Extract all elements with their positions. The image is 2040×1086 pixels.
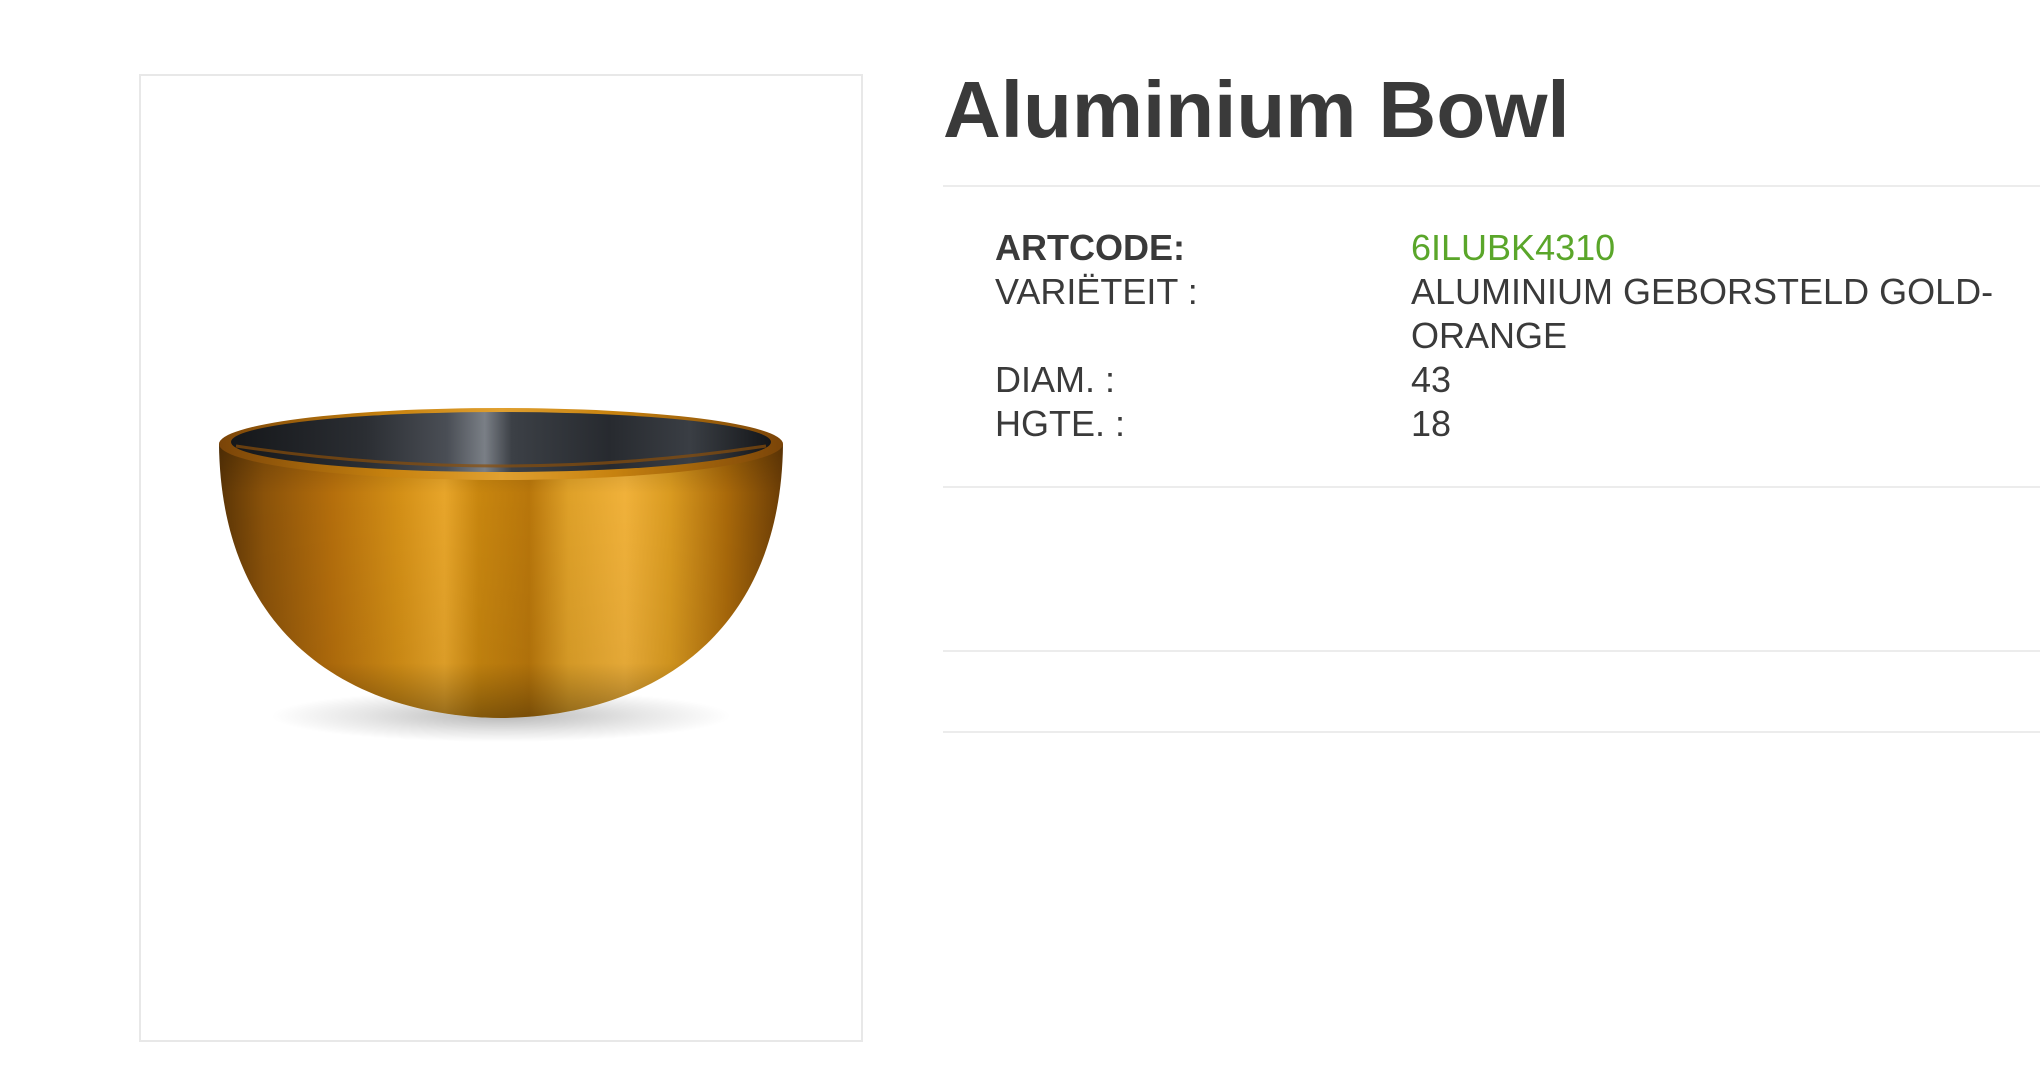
spec-value-height: 18 xyxy=(1411,403,1452,444)
extra-section xyxy=(943,652,2040,732)
spec-row-height: HGTE. : 18 xyxy=(995,402,2035,446)
product-title: Aluminium Bowl xyxy=(943,65,1570,154)
spec-table: ARTCODE: 6ILUBK4310 VARIËTEIT : ALUMINIU… xyxy=(995,226,2035,446)
spec-label-height: HGTE. : xyxy=(995,403,1126,444)
spec-label-variety: VARIËTEIT : xyxy=(995,271,1198,312)
product-image xyxy=(219,408,783,742)
bottom-divider xyxy=(943,731,2040,733)
spec-value-diameter: 43 xyxy=(1411,359,1452,400)
spec-row-diameter: DIAM. : 43 xyxy=(995,358,2035,402)
spec-label-artcode: ARTCODE: xyxy=(995,227,1185,268)
product-image-frame[interactable] xyxy=(139,74,863,1042)
spec-value-artcode: 6ILUBK4310 xyxy=(1411,227,1616,268)
spec-label-diameter: DIAM. : xyxy=(995,359,1116,400)
title-divider xyxy=(943,185,2040,187)
spec-row-variety: VARIËTEIT : ALUMINIUM GEBORSTELD GOLD-OR… xyxy=(995,270,2035,358)
spec-row-artcode: ARTCODE: 6ILUBK4310 xyxy=(995,226,2035,270)
order-section xyxy=(943,488,2040,650)
spec-value-variety: ALUMINIUM GEBORSTELD GOLD-ORANGE xyxy=(1411,271,1994,356)
